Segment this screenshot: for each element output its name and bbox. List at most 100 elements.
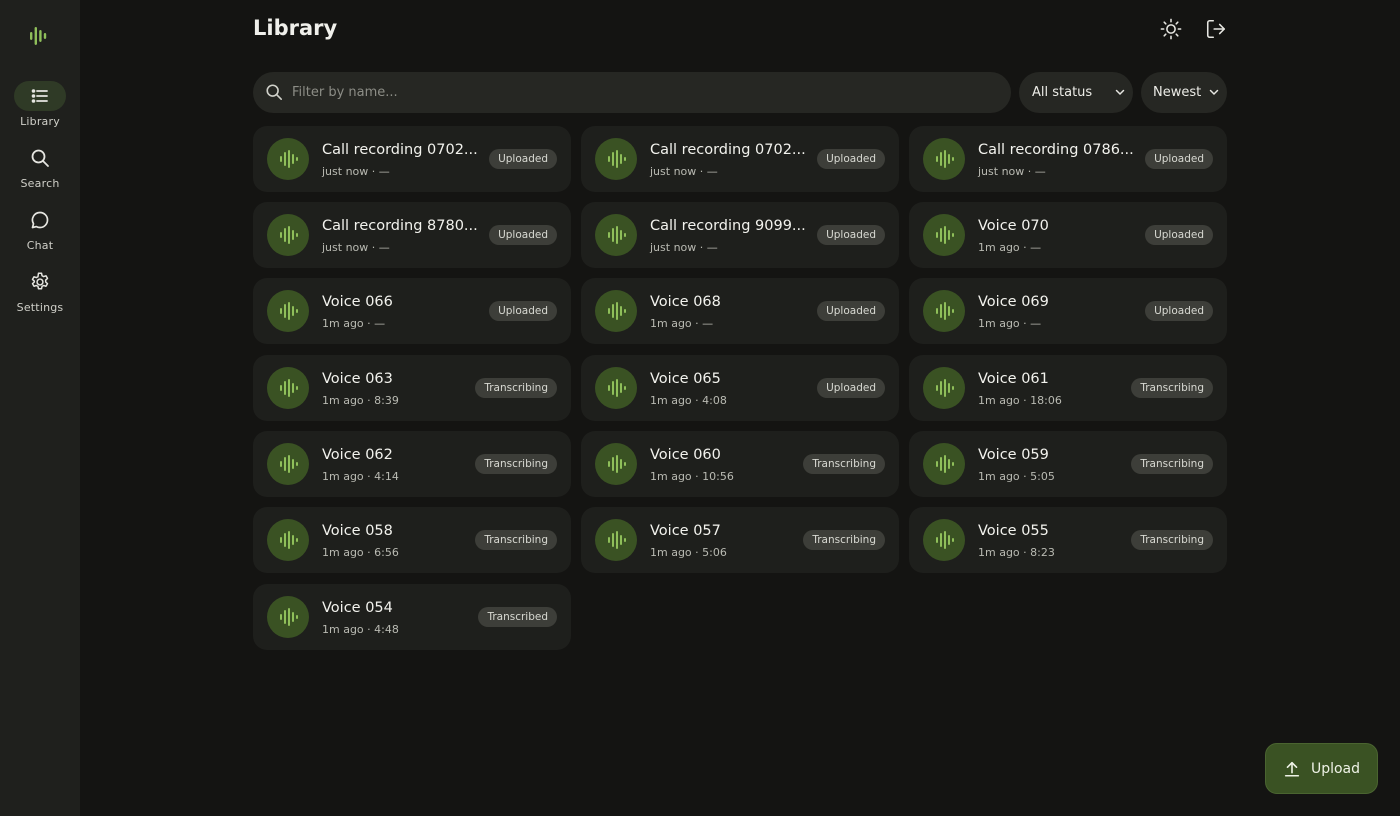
status-filter-value: All status — [1032, 85, 1093, 100]
waveform-icon — [267, 214, 309, 256]
recording-meta: 1m ago · 8:23 — [978, 546, 1055, 559]
recording-card[interactable]: Voice 054 1m ago · 4:48 Transcribed — [253, 584, 571, 650]
recording-card[interactable]: Voice 060 1m ago · 10:56 Transcribing — [581, 431, 899, 497]
status-badge: Transcribing — [1131, 530, 1213, 550]
status-badge: Uploaded — [817, 301, 885, 321]
recording-meta: 1m ago · 6:56 — [322, 546, 399, 559]
recording-card[interactable]: Call recording 0786... just now · — Upload… — [909, 126, 1227, 192]
waveform-icon — [595, 138, 637, 180]
chevron-down-icon — [1115, 89, 1125, 96]
status-badge: Transcribed — [478, 607, 557, 627]
recording-card[interactable]: Call recording 9099... just now · — Upload… — [581, 202, 899, 268]
sidebar-item-library[interactable]: Library — [0, 81, 80, 128]
recording-meta: 1m ago · 5:06 — [650, 546, 727, 559]
sidebar-item-chat[interactable]: Chat — [0, 205, 80, 252]
recording-title: Call recording 0786... — [978, 142, 1134, 158]
recording-meta: just now · — — [322, 165, 390, 178]
recording-title: Call recording 8780... — [322, 218, 478, 234]
recording-meta: 1m ago · — — [978, 317, 1042, 330]
recording-card[interactable]: Voice 058 1m ago · 6:56 Transcribing — [253, 507, 571, 573]
search-icon — [266, 84, 283, 101]
status-badge: Uploaded — [817, 149, 885, 169]
waveform-icon — [595, 443, 637, 485]
recording-card[interactable]: Voice 068 1m ago · — Uploaded — [581, 278, 899, 344]
recording-title: Voice 069 — [978, 294, 1049, 310]
recording-meta: 1m ago · — — [322, 317, 386, 330]
recording-card[interactable]: Call recording 0702... just now · — Upload… — [581, 126, 899, 192]
recording-title: Voice 062 — [322, 447, 393, 463]
status-badge: Transcribing — [475, 530, 557, 550]
recording-title: Call recording 0702... — [322, 142, 478, 158]
recording-meta: just now · — — [978, 165, 1046, 178]
logout-button[interactable] — [1204, 17, 1228, 41]
recording-card[interactable]: Call recording 8780... just now · — Upload… — [253, 202, 571, 268]
waveform-icon — [267, 443, 309, 485]
recording-meta: 1m ago · 4:08 — [650, 394, 727, 407]
waveform-icon — [923, 290, 965, 332]
recording-title: Voice 060 — [650, 447, 721, 463]
page-title: Library — [253, 16, 338, 40]
recording-meta: just now · — — [322, 241, 390, 254]
search-input[interactable] — [292, 72, 992, 113]
recording-card[interactable]: Call recording 0702... just now · — Upload… — [253, 126, 571, 192]
recording-meta: 1m ago · 4:14 — [322, 470, 399, 483]
theme-toggle-button[interactable] — [1159, 17, 1183, 41]
status-badge: Uploaded — [1145, 301, 1213, 321]
status-badge: Transcribing — [475, 378, 557, 398]
status-badge: Transcribing — [803, 454, 885, 474]
status-badge: Uploaded — [489, 225, 557, 245]
status-badge: Transcribing — [1131, 454, 1213, 474]
recording-meta: 1m ago · — — [978, 241, 1042, 254]
search-icon — [31, 149, 49, 167]
recording-title: Voice 059 — [978, 447, 1049, 463]
recording-card[interactable]: Voice 059 1m ago · 5:05 Transcribing — [909, 431, 1227, 497]
app-logo-waveform-icon[interactable] — [27, 24, 51, 48]
upload-arrow-icon — [1284, 761, 1300, 777]
status-badge: Uploaded — [817, 378, 885, 398]
sort-value: Newest — [1153, 85, 1202, 100]
recording-card[interactable]: Voice 057 1m ago · 5:06 Transcribing — [581, 507, 899, 573]
upload-button[interactable]: Upload — [1265, 743, 1378, 794]
recording-meta: 1m ago · 8:39 — [322, 394, 399, 407]
recording-card[interactable]: Voice 065 1m ago · 4:08 Uploaded — [581, 355, 899, 421]
recording-card[interactable]: Voice 061 1m ago · 18:06 Transcribing — [909, 355, 1227, 421]
recording-card[interactable]: Voice 062 1m ago · 4:14 Transcribing — [253, 431, 571, 497]
status-badge: Uploaded — [1145, 149, 1213, 169]
recording-card[interactable]: Voice 069 1m ago · — Uploaded — [909, 278, 1227, 344]
sidebar-item-settings[interactable]: Settings — [0, 267, 80, 314]
waveform-icon — [923, 138, 965, 180]
sidebar-item-label: Chat — [26, 239, 54, 252]
waveform-icon — [595, 367, 637, 409]
waveform-icon — [267, 138, 309, 180]
sidebar-item-search[interactable]: Search — [0, 143, 80, 190]
recording-card[interactable]: Voice 070 1m ago · — Uploaded — [909, 202, 1227, 268]
status-badge: Transcribing — [803, 530, 885, 550]
waveform-icon — [267, 596, 309, 638]
waveform-icon — [923, 443, 965, 485]
recording-meta: just now · — — [650, 165, 718, 178]
recording-title: Voice 055 — [978, 523, 1049, 539]
recording-card[interactable]: Voice 055 1m ago · 8:23 Transcribing — [909, 507, 1227, 573]
chevron-down-icon — [1209, 89, 1219, 96]
status-badge: Transcribing — [1131, 378, 1213, 398]
recording-title: Voice 061 — [978, 371, 1049, 387]
status-badge: Transcribing — [475, 454, 557, 474]
recording-card[interactable]: Voice 066 1m ago · — Uploaded — [253, 278, 571, 344]
recording-meta: 1m ago · 18:06 — [978, 394, 1062, 407]
sidebar-item-label: Settings — [16, 301, 64, 314]
recording-title: Voice 054 — [322, 600, 393, 616]
recording-meta: 1m ago · 10:56 — [650, 470, 734, 483]
status-badge: Uploaded — [489, 301, 557, 321]
waveform-icon — [595, 290, 637, 332]
recording-title: Call recording 0702... — [650, 142, 806, 158]
logout-icon — [1206, 19, 1226, 39]
recording-card[interactable]: Voice 063 1m ago · 8:39 Transcribing — [253, 355, 571, 421]
recording-title: Voice 057 — [650, 523, 721, 539]
recording-title: Call recording 9099... — [650, 218, 806, 234]
recording-title: Voice 065 — [650, 371, 721, 387]
recording-meta: 1m ago · — — [650, 317, 714, 330]
sort-select[interactable]: Newest — [1141, 72, 1227, 113]
status-filter-select[interactable]: All status — [1019, 72, 1133, 113]
sidebar-item-label: Search — [20, 177, 60, 190]
chat-bubble-icon — [31, 211, 49, 229]
